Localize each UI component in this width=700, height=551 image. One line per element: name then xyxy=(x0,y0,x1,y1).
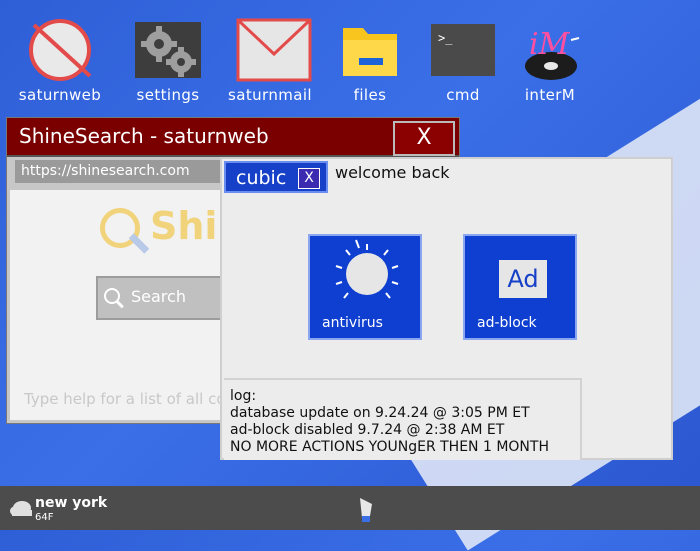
desktop-icon-saturnweb[interactable]: saturnweb xyxy=(14,18,106,104)
log-line: ad-block disabled 9.7.24 @ 2:38 AM ET xyxy=(230,422,505,438)
address-bar[interactable]: https://shinesearch.com xyxy=(15,160,225,183)
tab-close-button[interactable]: X xyxy=(298,168,320,189)
search-input[interactable]: Search xyxy=(96,276,240,320)
desktop-icon-label: saturnweb xyxy=(18,86,102,104)
desktop-icon-label: saturnmail xyxy=(228,86,312,104)
taskbar: new york 64F xyxy=(0,486,700,530)
sun-shield-icon xyxy=(335,239,399,299)
log-title: log: xyxy=(230,388,257,404)
desktop-icon-label: files xyxy=(353,86,387,104)
ad-block-button[interactable]: Ad ad-block xyxy=(463,234,577,340)
browser-title: ShineSearch - saturnweb xyxy=(19,124,269,148)
tab-cubic[interactable]: cubic X xyxy=(224,161,328,193)
music-disc-icon: iM xyxy=(515,18,585,82)
folder-icon xyxy=(335,18,405,82)
welcome-text: welcome back xyxy=(335,163,450,182)
desktop-icon-label: interM xyxy=(524,86,576,104)
terminal-icon: >_ xyxy=(428,18,498,82)
weather-temp: 64F xyxy=(35,512,54,523)
log-box: log: database update on 9.24.24 @ 3:05 P… xyxy=(224,378,582,460)
weather-city: new york xyxy=(35,495,108,511)
desktop-icon-cmd[interactable]: >_ cmd xyxy=(417,18,509,104)
browser-titlebar[interactable]: ShineSearch - saturnweb X xyxy=(7,118,459,157)
search-placeholder: Search xyxy=(131,287,186,306)
antivirus-label: antivirus xyxy=(322,315,383,331)
desktop-icon-settings[interactable]: settings xyxy=(122,18,214,104)
svg-text:iM: iM xyxy=(529,27,571,62)
log-line: database update on 9.24.24 @ 3:05 PM ET xyxy=(230,405,530,421)
desktop-icon-interm[interactable]: iM interM xyxy=(504,18,596,104)
desktop-icon-files[interactable]: files xyxy=(324,18,416,104)
log-line: NO MORE ACTIONS YOUNgER THEN 1 MONTH xyxy=(230,439,549,455)
antivirus-button[interactable]: antivirus xyxy=(308,234,422,340)
ad-block-label: ad-block xyxy=(477,315,537,331)
cubic-panel: cubic X welcome back antivirus Ad ad-blo… xyxy=(220,157,673,460)
desktop-icon-label: settings xyxy=(136,86,200,104)
browser-close-button[interactable]: X xyxy=(393,121,455,156)
no-entry-browser-icon xyxy=(25,18,95,82)
envelope-icon xyxy=(235,18,312,82)
gears-icon xyxy=(133,18,203,82)
start-launcher-icon[interactable] xyxy=(356,494,376,528)
desktop-icon-label: cmd xyxy=(446,86,480,104)
desktop-icon-saturnmail[interactable]: saturnmail xyxy=(224,18,316,104)
cloud-icon xyxy=(8,496,34,524)
svg-text:>_: >_ xyxy=(438,31,453,45)
tab-label: cubic xyxy=(236,167,287,189)
ad-badge-icon: Ad xyxy=(499,260,547,298)
